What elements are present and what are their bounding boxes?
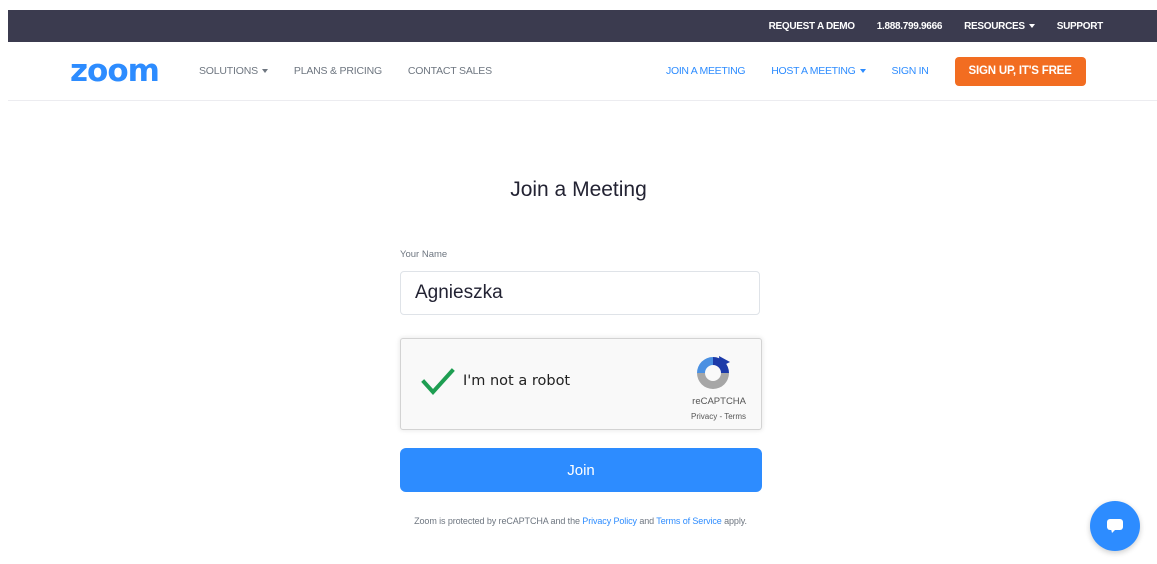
recaptcha-privacy-terms[interactable]: Privacy - Terms [691, 412, 746, 421]
phone-number-link[interactable]: 1.888.799.9666 [877, 21, 943, 32]
utility-links: REQUEST A DEMO 1.888.799.9666 RESOURCES … [769, 10, 1104, 42]
sign-up-button[interactable]: SIGN UP, IT'S FREE [954, 56, 1086, 86]
top-utility-bar: REQUEST A DEMO 1.888.799.9666 RESOURCES … [8, 10, 1157, 42]
privacy-policy-link[interactable]: Privacy Policy [582, 516, 637, 526]
nav-contact-sales[interactable]: CONTACT SALES [408, 65, 492, 77]
notice-and: and [639, 516, 655, 526]
primary-nav: SOLUTIONS PLANS & PRICING CONTACT SALES [199, 42, 492, 100]
resources-menu[interactable]: RESOURCES [964, 21, 1035, 32]
chevron-down-icon [859, 69, 866, 74]
nav-plans-pricing[interactable]: PLANS & PRICING [294, 65, 382, 77]
recaptcha-widget: I'm not a robot reCAPTCHA Privacy - Term… [400, 338, 762, 430]
support-link[interactable]: SUPPORT [1057, 21, 1104, 32]
chat-button[interactable] [1090, 501, 1140, 551]
page-title: Join a Meeting [510, 178, 647, 201]
chat-icon [1107, 519, 1123, 533]
zoom-logo[interactable]: zoom [70, 54, 160, 88]
chevron-down-icon [1028, 23, 1035, 28]
recaptcha-label: I'm not a robot [463, 373, 571, 389]
host-meeting-label: HOST A MEETING [771, 65, 856, 77]
recaptcha-brand: reCAPTCHA [692, 396, 746, 407]
terms-of-service-link[interactable]: Terms of Service [656, 516, 722, 526]
recaptcha-logo-icon [697, 356, 730, 389]
checkmark-icon[interactable] [421, 367, 455, 397]
recaptcha-notice: Zoom is protected by reCAPTCHA and the P… [0, 516, 1157, 526]
host-meeting-menu[interactable]: HOST A MEETING [771, 65, 866, 77]
name-input[interactable] [400, 271, 760, 315]
nav-solutions-label: SOLUTIONS [199, 65, 258, 77]
chevron-down-icon [261, 69, 268, 74]
notice-suffix: apply. [724, 516, 747, 526]
resources-label: RESOURCES [964, 20, 1025, 32]
account-nav: JOIN A MEETING HOST A MEETING SIGN IN SI… [666, 42, 1086, 100]
name-field-label: Your Name [400, 249, 448, 260]
main-header: zoom SOLUTIONS PLANS & PRICING CONTACT S… [8, 42, 1157, 101]
notice-prefix: Zoom is protected by reCAPTCHA and the [414, 516, 580, 526]
join-button[interactable]: Join [400, 448, 762, 492]
request-demo-link[interactable]: REQUEST A DEMO [769, 21, 855, 32]
nav-solutions[interactable]: SOLUTIONS [199, 65, 268, 77]
sign-in-link[interactable]: SIGN IN [892, 65, 929, 77]
join-meeting-link[interactable]: JOIN A MEETING [666, 65, 746, 77]
